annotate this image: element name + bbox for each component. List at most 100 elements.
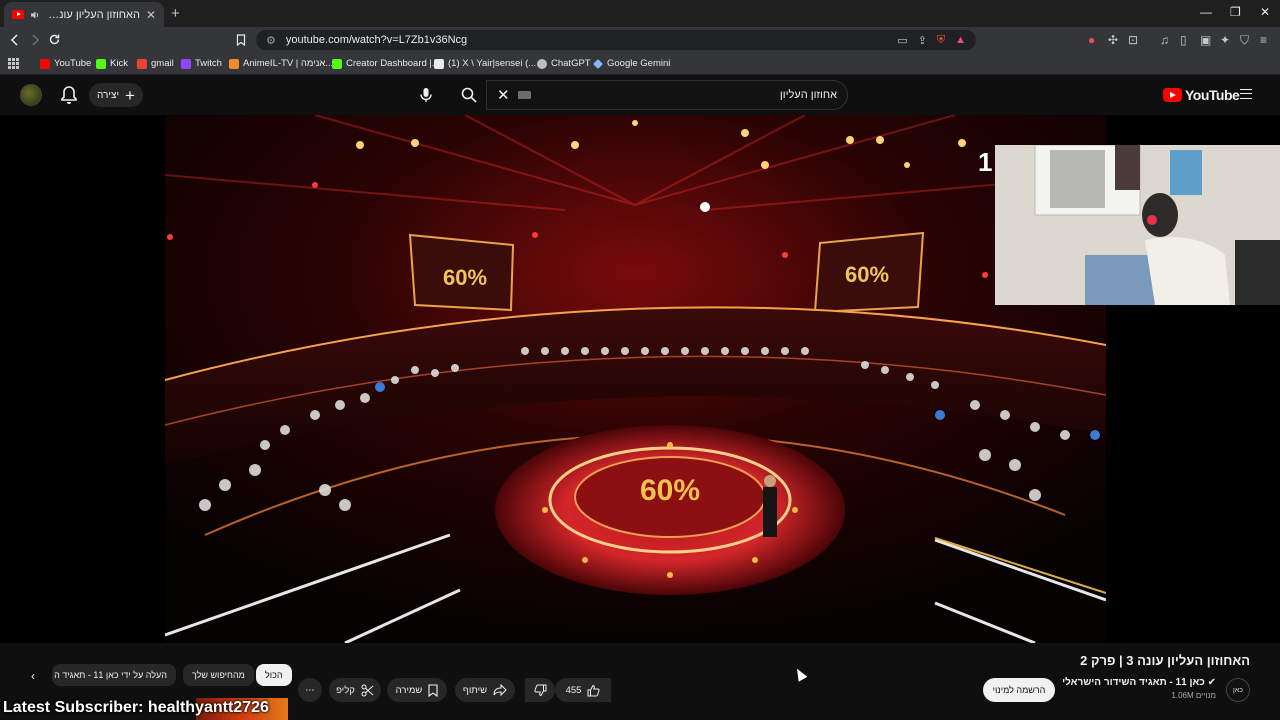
x-icon [434,58,444,69]
youtube-logo[interactable]: YouTube [1163,87,1240,103]
more-actions-button[interactable]: ⋯ [298,678,322,702]
video-player[interactable]: 60% 60% 60% 1 [0,115,1280,643]
bookmark-twitch[interactable]: Twitch [181,58,222,69]
video-title: האחוזון העליון עונה 3 | פרק 2 [1080,653,1250,668]
like-count: 455 [565,684,582,696]
kick-icon [332,58,342,69]
apps-grid-icon[interactable] [8,58,19,69]
clear-search-icon[interactable]: ✕ [497,86,510,104]
speaker-icon[interactable] [30,10,40,20]
bookmark-x[interactable]: (1) X \ Yair|sensei (... [434,58,536,69]
clip-button[interactable]: קליפ [329,678,381,702]
search-button[interactable] [452,80,486,110]
brave-rewards-icon[interactable]: ▲ [955,34,966,46]
extensions-icon[interactable]: ✣ [1108,33,1118,47]
save-icon [428,683,438,697]
close-window-button[interactable]: ✕ [1260,5,1270,19]
chip-uploaded-by[interactable]: העלה על ידי כאן 11 - תאגיד ה [52,664,176,686]
gemini-icon [593,58,603,69]
tab-close-icon[interactable]: ✕ [146,8,156,22]
bookmark-icon[interactable] [236,34,246,46]
below-video-area: האחוזון העליון עונה 3 | פרק 2 כאן ✔ כאן … [0,643,1280,720]
channel-avatar[interactable]: כאן [1226,678,1250,702]
floor-percent: 60% [640,474,700,507]
bookmark-chatgpt[interactable]: ChatGPT [537,58,591,69]
brave-shield-icon[interactable]: ⛨ [937,34,945,47]
site-info-icon[interactable]: ⚙ [266,34,276,47]
webcam-overlay [995,145,1280,305]
video-frame: 60% 60% 60% [165,115,1106,643]
youtube-favicon-icon [12,10,24,19]
subscriber-count: 1.06M מנויים [1171,691,1216,700]
forward-icon[interactable] [30,34,40,46]
leo-ai-icon[interactable]: ✦ [1220,33,1230,47]
chatgpt-icon [537,58,547,69]
vpn-shield-icon[interactable]: ⛉ [1240,33,1249,48]
share-icon [493,684,507,696]
chip-from-search[interactable]: מהחיפוש שלך [183,664,254,686]
mouse-cursor-icon [792,666,808,682]
bookmark-gmail[interactable]: gmail [137,58,174,69]
keyboard-icon[interactable] [517,91,531,99]
youtube-icon [40,58,50,69]
chevron-left-icon[interactable]: ‹ [31,669,35,683]
minimize-button[interactable]: — [1200,5,1212,19]
share-page-icon[interactable]: ⇪ [918,34,927,47]
webcam-image [995,145,1280,305]
left-screen-percent: 60% [443,265,487,290]
new-tab-button[interactable]: + [171,5,180,22]
bookmark-animeil[interactable]: AnimeIL-TV | אנימה... [229,58,333,69]
bookmark-gemini[interactable]: Google Gemini [593,58,670,69]
gmail-icon [137,58,147,69]
create-label: יצירה [97,89,120,101]
plus-icon: + [125,85,135,105]
browser-tab[interactable]: האחוזון העליון עונה 3 | פרק 2 ✕ [4,2,164,27]
dislike-button[interactable] [525,678,555,702]
notifications-bell-icon[interactable] [60,85,78,105]
verified-icon: ✔ [1204,677,1216,688]
youtube-header: יצירה + ✕ אחוזון העליון YouTube [0,75,1280,115]
screenshot-extension-icon[interactable]: ⊡ [1128,33,1138,47]
scissors-icon [361,684,374,696]
url-text[interactable]: youtube.com/watch?v=L7Zb1v36Ncg [286,34,887,46]
address-bar[interactable]: ⚙ youtube.com/watch?v=L7Zb1v36Ncg ▭ ⇪ ⛨ … [256,30,976,50]
tab-title: האחוזון העליון עונה 3 | פרק 2 [46,8,140,21]
maximize-button[interactable]: ❐ [1230,5,1241,19]
browser-tab-bar: האחוזון העליון עונה 3 | פרק 2 ✕ + — ❐ ✕ [0,0,1280,27]
share-button[interactable]: שיתוף [455,678,515,702]
thumbs-down-icon [533,684,546,696]
account-avatar[interactable] [20,84,42,106]
latest-subscriber-overlay: Latest Subscriber: healthyantt2726 [3,699,269,716]
like-button[interactable]: 455 [555,678,611,702]
cast-icon[interactable]: ▭ [897,34,907,47]
media-icon[interactable]: ♫ [1160,33,1169,47]
sidebar-icon[interactable]: ▯ [1180,33,1187,47]
chip-all[interactable]: הכול [256,664,292,686]
microphone-icon [420,88,432,102]
guide-menu-icon[interactable] [1240,89,1252,99]
menu-icon[interactable]: ≡ [1260,33,1267,47]
browser-toolbar: ⚙ youtube.com/watch?v=L7Zb1v36Ncg ▭ ⇪ ⛨ … [0,27,1280,53]
voice-search-button[interactable] [414,83,438,107]
save-button[interactable]: שמירה [387,678,447,702]
animeil-icon [229,58,239,69]
search-input[interactable]: ✕ אחוזון העליון [486,80,848,110]
right-screen-percent: 60% [845,262,889,287]
timecode-fragment: 1 [978,147,993,177]
thumbs-up-icon [587,684,601,696]
wallet-icon[interactable]: ▣ [1200,33,1211,47]
bookmark-creator-dashboard[interactable]: Creator Dashboard |... [332,58,440,69]
bookmark-kick[interactable]: Kick [96,58,128,69]
create-button[interactable]: יצירה + [89,83,143,107]
subscribe-button[interactable]: הרשמה למינוי [983,678,1055,702]
search-query-text[interactable]: אחוזון העליון [539,89,837,101]
record-extension-icon[interactable]: ● [1088,33,1095,47]
bookmark-youtube[interactable]: YouTube [40,58,91,69]
channel-name[interactable]: ✔ כאן 11 - תאגיד השידור הישראלי [1062,677,1216,688]
search-icon [461,87,477,103]
left-screen: 60% [408,233,515,312]
reload-icon[interactable] [48,33,61,46]
right-screen: 60% [813,231,925,314]
kick-icon [96,58,106,69]
back-icon[interactable] [10,34,20,46]
